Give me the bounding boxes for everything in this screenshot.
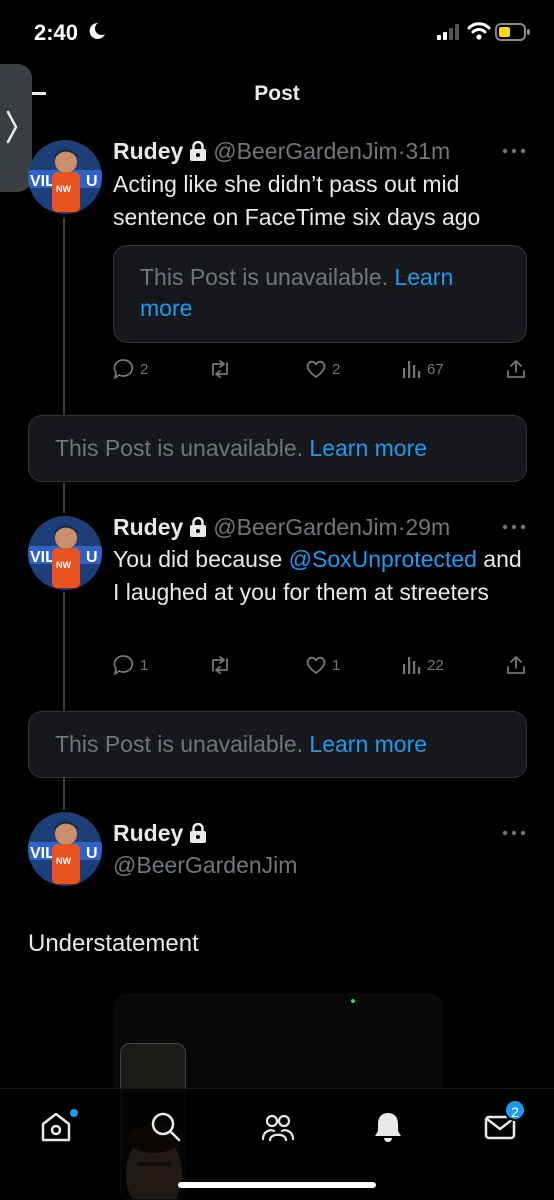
tab-notifications[interactable]: [370, 1109, 410, 1149]
repost-button[interactable]: [208, 654, 237, 676]
tab-home[interactable]: [38, 1109, 78, 1149]
svg-text:NW: NW: [56, 184, 71, 194]
repost-button[interactable]: [208, 358, 237, 380]
tweet-author-row: Rudey @BeerGardenJim·31m: [113, 138, 450, 165]
reply-icon: [113, 655, 134, 675]
like-count: 1: [332, 656, 341, 674]
thread-connector: [63, 592, 65, 712]
chevron-right-icon: [6, 110, 18, 144]
unavailable-text: This Post is unavailable.: [55, 435, 304, 461]
author-name[interactable]: Rudey: [113, 514, 183, 540]
author-handle[interactable]: @BeerGardenJim: [113, 852, 297, 879]
tab-communities[interactable]: [260, 1109, 300, 1149]
search-icon: [151, 1112, 181, 1142]
lock-icon: [190, 823, 207, 843]
cellular-signal-icon: [437, 24, 459, 40]
learn-more-link[interactable]: Learn more: [309, 731, 427, 757]
view-count: 67: [427, 360, 444, 378]
lock-icon: [190, 517, 207, 537]
unavailable-post: This Post is unavailable. Learn more: [28, 415, 527, 482]
home-icon: [41, 1112, 71, 1142]
svg-text:VIL: VIL: [30, 549, 55, 566]
tweet-time: 31m: [405, 138, 451, 164]
tweet-actions: 2 2 67: [113, 358, 528, 382]
author-handle[interactable]: @BeerGardenJim: [213, 514, 397, 540]
main-tweet-text: Understatement: [28, 930, 199, 957]
avatar[interactable]: VIL U NW: [28, 516, 102, 590]
author-name[interactable]: Rudey: [113, 138, 183, 164]
author-handle[interactable]: @BeerGardenJim: [213, 138, 397, 164]
camera-indicator: [351, 999, 355, 1003]
main-author-name: Rudey: [113, 820, 213, 847]
views-button[interactable]: 67: [402, 358, 444, 380]
share-icon: [507, 360, 525, 378]
svg-text:VIL: VIL: [30, 845, 55, 862]
svg-text:U: U: [86, 845, 98, 862]
share-button[interactable]: [505, 654, 532, 676]
quoted-post-unavailable: This Post is unavailable. Learn more: [113, 245, 527, 343]
home-indicator[interactable]: [178, 1182, 376, 1188]
unavailable-post: This Post is unavailable. Learn more: [28, 711, 527, 778]
battery-icon: [495, 23, 530, 41]
messages-badge: 2: [504, 1099, 526, 1121]
thread-connector: [63, 483, 65, 513]
more-options-icon[interactable]: [502, 148, 526, 154]
svg-text:U: U: [86, 549, 98, 566]
avatar[interactable]: VIL U NW: [28, 812, 102, 886]
author-name[interactable]: Rudey: [113, 820, 183, 846]
repost-icon: [212, 360, 228, 378]
reply-button[interactable]: 1: [113, 654, 148, 676]
tab-search[interactable]: [148, 1109, 188, 1149]
svg-text:NW: NW: [56, 560, 71, 570]
heart-icon: [306, 656, 326, 674]
unavailable-text: This Post is unavailable.: [140, 264, 389, 290]
heart-icon: [306, 360, 326, 378]
notifications-icon: [375, 1113, 401, 1142]
tweet-time: 29m: [405, 514, 451, 540]
reply-count: 1: [140, 656, 149, 674]
avatar[interactable]: VIL U NW: [28, 140, 102, 214]
repost-icon: [212, 656, 228, 674]
status-time: 2:40: [34, 20, 79, 45]
more-options-icon[interactable]: [502, 830, 526, 836]
like-count: 2: [332, 360, 341, 378]
like-button[interactable]: 2: [305, 358, 340, 380]
wifi-icon: [467, 22, 491, 40]
post-header: Post: [0, 66, 554, 122]
share-icon: [507, 656, 525, 674]
reply-icon: [113, 359, 134, 379]
moon-icon: [89, 22, 105, 39]
mention-link[interactable]: @SoxUnprotected: [289, 546, 477, 572]
views-button[interactable]: 22: [402, 654, 444, 676]
svg-text:VIL: VIL: [30, 173, 55, 190]
tweet-text: You did because @SoxUnprotected and I la…: [113, 543, 533, 609]
reply-count: 2: [140, 360, 149, 378]
page-title: Post: [254, 82, 300, 105]
reply-button[interactable]: 2: [113, 358, 148, 380]
communities-icon: [261, 1114, 295, 1142]
tweet-text-before: You did because: [113, 546, 289, 572]
views-icon: [403, 361, 421, 378]
learn-more-link[interactable]: Learn more: [309, 435, 427, 461]
share-button[interactable]: [505, 358, 532, 380]
tweet-text: Acting like she didn’t pass out mid sent…: [113, 171, 481, 230]
svg-text:U: U: [86, 173, 98, 190]
views-icon: [403, 657, 421, 674]
tweet-actions: 1 1 22: [113, 654, 528, 678]
notification-dot: [70, 1109, 78, 1117]
tweet-author-row: Rudey @BeerGardenJim·29m: [113, 514, 450, 541]
thread-connector: [63, 778, 65, 810]
svg-text:NW: NW: [56, 856, 71, 866]
unavailable-text: This Post is unavailable.: [55, 731, 304, 757]
like-button[interactable]: 1: [305, 654, 340, 676]
view-count: 22: [427, 656, 444, 674]
status-bar: 2:40: [0, 0, 554, 66]
lock-icon: [190, 141, 207, 161]
more-options-icon[interactable]: [502, 524, 526, 530]
thread-connector: [63, 218, 65, 416]
